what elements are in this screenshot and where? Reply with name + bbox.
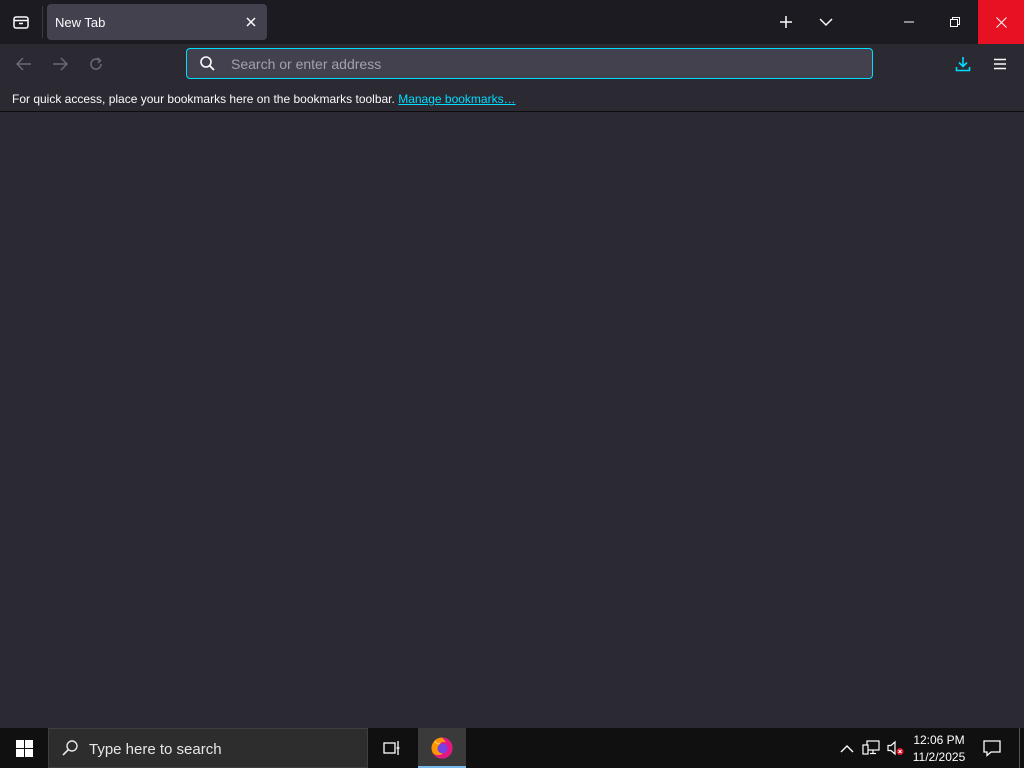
navigation-toolbar — [0, 44, 1024, 84]
list-all-tabs-icon — [12, 14, 30, 30]
system-clock[interactable]: 12:06 PM 11/2/2025 — [906, 732, 972, 766]
bookmarks-hint-text: For quick access, place your bookmarks h… — [12, 92, 395, 106]
tab-strip: New Tab — [0, 0, 1024, 44]
windows-taskbar: Type here to search 12:06 PM 11/2/2025 — [0, 728, 1024, 768]
downloads-icon — [955, 56, 971, 72]
taskbar-firefox-app[interactable] — [418, 728, 466, 768]
menu-icon — [993, 58, 1007, 70]
back-button[interactable] — [8, 48, 40, 80]
list-all-tabs-button[interactable] — [0, 0, 41, 44]
close-window-icon — [995, 16, 1007, 28]
network-icon — [862, 740, 880, 756]
page-content — [0, 113, 1024, 728]
volume-muted-icon — [886, 740, 904, 756]
task-view-button[interactable] — [368, 728, 416, 768]
reload-icon — [88, 56, 104, 72]
minimize-button[interactable] — [886, 0, 932, 44]
close-tab-button[interactable] — [241, 12, 261, 32]
forward-icon — [52, 57, 68, 71]
taskbar-search-box[interactable]: Type here to search — [48, 728, 368, 768]
clock-date: 11/2/2025 — [912, 750, 966, 764]
network-status[interactable] — [860, 728, 882, 768]
start-button[interactable] — [0, 728, 48, 768]
forward-button[interactable] — [44, 48, 76, 80]
search-icon — [199, 55, 216, 72]
firefox-icon — [430, 736, 454, 760]
tab-overflow-button[interactable] — [810, 6, 842, 38]
chevron-up-icon — [840, 744, 854, 753]
close-window-button[interactable] — [978, 0, 1024, 44]
bookmarks-empty-message: For quick access, place your bookmarks h… — [12, 92, 516, 106]
restore-icon — [950, 17, 960, 27]
reload-button[interactable] — [80, 48, 112, 80]
notifications-icon — [983, 739, 1001, 757]
show-hidden-icons-button[interactable] — [836, 728, 858, 768]
tab-new-tab[interactable]: New Tab — [47, 4, 267, 40]
downloads-button[interactable] — [947, 48, 979, 80]
tabstrip-separator — [42, 6, 43, 38]
back-icon — [16, 57, 32, 71]
volume-control[interactable] — [884, 728, 906, 768]
new-tab-button[interactable] — [770, 6, 802, 38]
action-center-button[interactable] — [976, 728, 1008, 768]
new-tab-icon — [779, 15, 793, 29]
address-bar[interactable] — [186, 48, 873, 79]
restore-button[interactable] — [932, 0, 978, 44]
windows-start-icon — [15, 739, 33, 757]
taskbar-search-icon — [61, 739, 79, 757]
show-desktop-button[interactable] — [1019, 728, 1024, 768]
manage-bookmarks-link[interactable]: Manage bookmarks… — [398, 92, 515, 106]
clock-time: 12:06 PM — [913, 733, 965, 747]
task-view-icon — [383, 740, 401, 756]
address-input[interactable] — [231, 49, 831, 78]
chevron-down-icon — [819, 17, 833, 27]
taskbar-search-placeholder: Type here to search — [89, 741, 222, 758]
close-tab-icon — [246, 17, 256, 27]
bookmarks-toolbar: For quick access, place your bookmarks h… — [0, 84, 1024, 112]
minimize-icon — [904, 17, 914, 27]
app-menu-button[interactable] — [984, 48, 1016, 80]
tab-title: New Tab — [55, 15, 106, 30]
